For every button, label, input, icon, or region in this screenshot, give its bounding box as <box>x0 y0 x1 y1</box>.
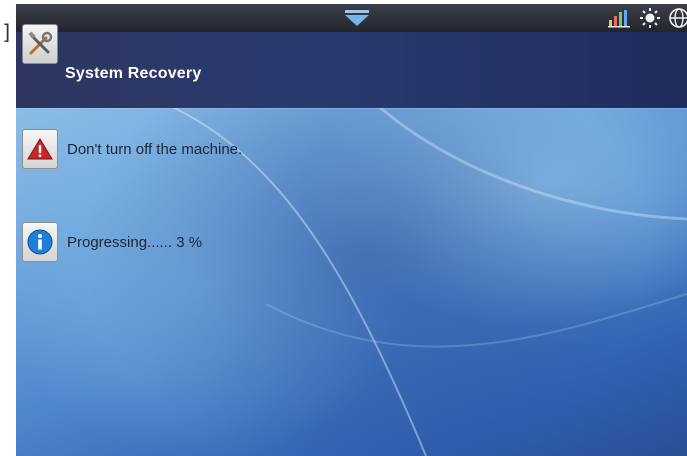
partial-bracket-glyph: ] <box>1 20 14 44</box>
info-icon <box>22 222 58 262</box>
signal-bars-icon[interactable] <box>607 8 633 28</box>
tools-icon <box>22 24 58 64</box>
page-title: System Recovery <box>65 65 202 82</box>
pull-down-arrow-icon[interactable] <box>343 8 371 28</box>
warning-message-row: Don't turn off the machine. <box>22 129 242 169</box>
progress-status-text: Progressing...... 3 % <box>67 233 203 251</box>
device-screen: System Recovery Don't turn off the machi… <box>16 4 687 456</box>
status-bar <box>16 4 687 32</box>
brightness-icon[interactable] <box>639 7 661 29</box>
globe-icon[interactable] <box>667 7 687 29</box>
progress-message-row: Progressing...... 3 % <box>22 222 202 262</box>
warning-icon <box>22 129 58 169</box>
warning-message-text: Don't turn off the machine. <box>67 140 243 158</box>
